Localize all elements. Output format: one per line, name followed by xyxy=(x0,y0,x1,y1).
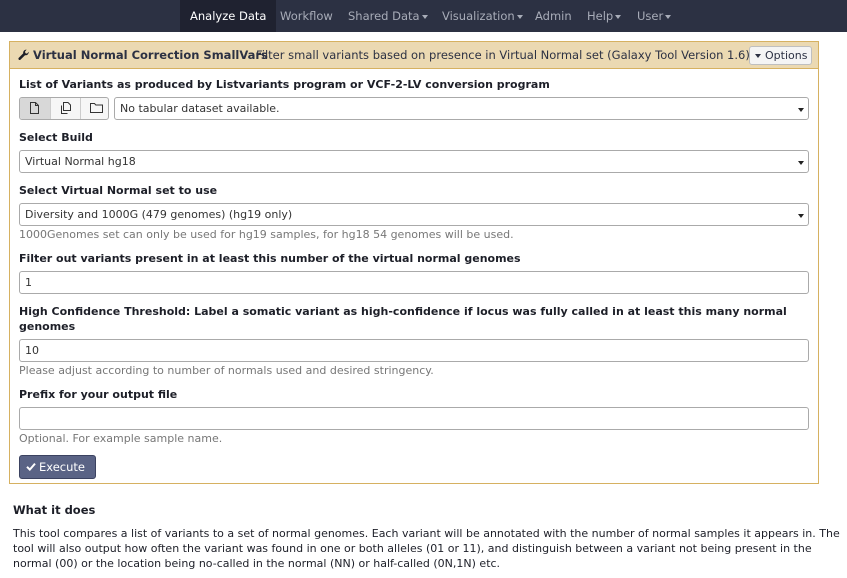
top-navbar: Analyze Data Workflow Shared Data Visual… xyxy=(0,0,847,32)
options-button[interactable]: Options xyxy=(749,46,812,65)
prefix-help: Optional. For example sample name. xyxy=(19,432,223,445)
dataset-source-toggle xyxy=(19,97,109,120)
execute-button[interactable]: Execute xyxy=(19,455,96,479)
high-confidence-label-cont: genomes xyxy=(19,320,76,333)
nav-admin[interactable]: Admin xyxy=(525,0,582,32)
build-label: Select Build xyxy=(19,131,93,144)
files-icon xyxy=(61,102,71,114)
file-icon xyxy=(30,102,39,114)
variants-dataset-value: No tabular dataset available. xyxy=(120,102,280,115)
tool-title: Virtual Normal Correction SmallVars xyxy=(33,48,268,62)
nav-visualization-label: Visualization xyxy=(442,9,515,23)
prefix-label: Prefix for your output file xyxy=(19,388,178,401)
chevron-down-icon xyxy=(798,108,804,112)
options-label: Options xyxy=(765,49,808,62)
filter-threshold-label: Filter out variants present in at least … xyxy=(19,252,521,265)
nav-help[interactable]: Help xyxy=(577,0,631,32)
chevron-down-icon xyxy=(798,214,804,218)
nav-workflow[interactable]: Workflow xyxy=(270,0,343,32)
high-confidence-value: 10 xyxy=(25,344,39,357)
multiple-datasets-button[interactable] xyxy=(50,98,80,119)
wrench-icon xyxy=(18,49,29,61)
nav-admin-label: Admin xyxy=(535,9,572,23)
caret-down-icon xyxy=(755,54,761,58)
help-title: What it does xyxy=(13,503,96,517)
build-value: Virtual Normal hg18 xyxy=(25,155,136,168)
chevron-down-icon xyxy=(615,14,622,19)
help-text-line: normal (00) or the location being no-cal… xyxy=(13,557,501,570)
prefix-input[interactable] xyxy=(19,407,809,430)
nav-analyze-data[interactable]: Analyze Data xyxy=(180,0,277,32)
nav-workflow-label: Workflow xyxy=(280,9,333,23)
variants-dataset-select[interactable]: No tabular dataset available. xyxy=(114,97,809,120)
high-confidence-input[interactable]: 10 xyxy=(19,339,809,362)
tool-description: Filter small variants based on presence … xyxy=(256,48,750,62)
vn-set-help: 1000Genomes set can only be used for hg1… xyxy=(19,228,514,241)
nav-user-label: User xyxy=(637,9,664,23)
filter-threshold-value: 1 xyxy=(25,276,32,289)
nav-visualization[interactable]: Visualization xyxy=(432,0,533,32)
tool-header: Virtual Normal Correction SmallVars Filt… xyxy=(10,42,818,69)
nav-user[interactable]: User xyxy=(627,0,681,32)
chevron-down-icon xyxy=(516,14,523,19)
high-confidence-help: Please adjust according to number of nor… xyxy=(19,364,434,377)
high-confidence-label: High Confidence Threshold: Label a somat… xyxy=(19,305,787,318)
dataset-collection-button[interactable] xyxy=(80,98,108,119)
nav-analyze-data-label: Analyze Data xyxy=(190,9,267,23)
execute-label: Execute xyxy=(39,460,85,474)
vn-set-value: Diversity and 1000G (479 genomes) (hg19 … xyxy=(25,208,293,221)
chevron-down-icon xyxy=(798,161,804,165)
variants-list-label: List of Variants as produced by Listvari… xyxy=(19,78,550,91)
chevron-down-icon xyxy=(421,14,428,19)
nav-shared-data[interactable]: Shared Data xyxy=(338,0,438,32)
folder-icon xyxy=(90,103,103,113)
help-text-line: This tool compares a list of variants to… xyxy=(13,527,840,540)
check-icon xyxy=(26,462,36,471)
build-select[interactable]: Virtual Normal hg18 xyxy=(19,150,809,173)
filter-threshold-input[interactable]: 1 xyxy=(19,271,809,294)
chevron-down-icon xyxy=(665,14,672,19)
nav-shared-data-label: Shared Data xyxy=(348,9,420,23)
vn-set-label: Select Virtual Normal set to use xyxy=(19,184,218,197)
single-dataset-button[interactable] xyxy=(20,98,50,119)
vn-set-select[interactable]: Diversity and 1000G (479 genomes) (hg19 … xyxy=(19,203,809,226)
nav-help-label: Help xyxy=(587,9,614,23)
help-text-line: tool will also output how often the vari… xyxy=(13,542,812,555)
